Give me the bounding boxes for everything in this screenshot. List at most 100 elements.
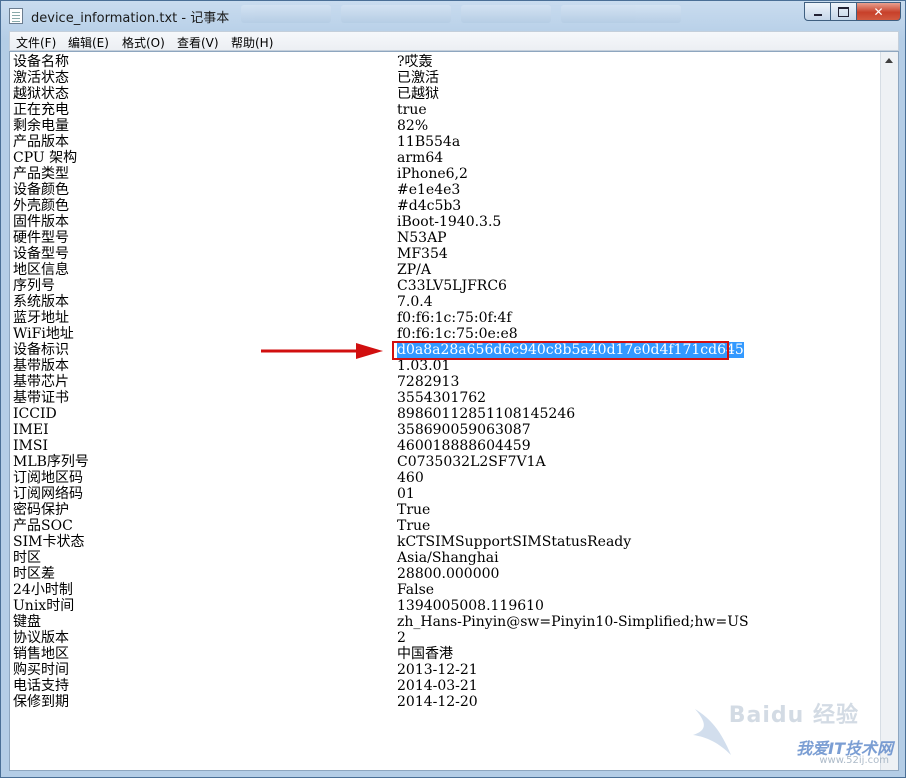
highlight-box [392,341,729,360]
watermark: Baidu 经验 我爱IT技术网 www.52ij.com [687,691,897,771]
menu-file[interactable]: 文件(F) [16,34,56,51]
field-value: 28800.000000 [397,566,500,582]
field-value: f0:f6:1c:75:0e:e8 [397,326,518,342]
field-value: kCTSIMSupportSIMStatusReady [397,534,632,550]
field-name: 订阅地区码 [13,470,83,486]
field-name: 时区差 [13,566,55,582]
field-name: 正在充电 [13,102,69,118]
maximize-icon [838,6,849,17]
field-value: True [397,518,431,534]
field-value: 89860112851108145246 [397,406,576,422]
field-value: 2014-03-21 [397,678,478,694]
field-value: true [397,102,427,118]
field-name: 协议版本 [13,630,69,646]
field-value: 82% [397,118,429,134]
field-name: ICCID [13,406,57,422]
menu-help[interactable]: 帮助(H) [231,34,273,51]
field-value: 7.0.4 [397,294,433,310]
title-bar[interactable]: device_information.txt - 记事本 ✕ [1,1,906,31]
field-value: #e1e4e3 [397,182,461,198]
field-value: 358690059063087 [397,422,531,438]
field-name: 设备颜色 [13,182,69,198]
menu-bar: 文件(F) 编辑(E) 格式(O) 查看(V) 帮助(H) [9,31,899,51]
field-name: 序列号 [13,278,55,294]
field-name: 设备名称 [13,54,69,70]
close-icon: ✕ [873,4,884,19]
field-value: 2014-12-20 [397,694,478,710]
field-value: f0:f6:1c:75:0f:4f [397,310,512,326]
field-value: 1.03.01 [397,358,451,374]
watermark-text-baidu: Baidu 经验 [728,703,859,728]
minimize-button[interactable] [804,2,831,21]
field-name: 外壳颜色 [13,198,69,214]
minimize-icon [813,13,822,16]
field-value: C33LV5LJFRC6 [397,278,507,294]
field-value: #d4c5b3 [397,198,462,214]
menu-edit[interactable]: 编辑(E) [68,34,109,51]
field-name: 24小时制 [13,582,73,598]
text-editor-area[interactable]: 设备名称 ?哎轰 激活状态 已激活 越狱状态 已越狱 正在充电 true 剩余电量 82% 产品版本… [9,51,899,771]
window-controls: ✕ [804,2,901,22]
field-name: CPU 架构 [13,150,78,166]
field-value: C0735032L2SF7V1A [397,454,546,470]
field-value: ZP/A [397,262,431,278]
field-value: MF354 [397,246,448,262]
field-value: iBoot-1940.3.5 [397,214,502,230]
menu-view[interactable]: 查看(V) [177,34,219,51]
field-value: 7282913 [397,374,460,390]
vertical-scrollbar[interactable] [880,52,898,770]
field-name: 订阅网络码 [13,486,83,502]
field-value: 2 [397,630,406,646]
background-windows-blur [241,5,761,27]
field-name: 设备标识 [13,342,69,358]
field-name: 剩余电量 [13,118,69,134]
field-name: 固件版本 [13,214,69,230]
field-value: True [397,502,431,518]
field-value: 2013-12-21 [397,662,478,678]
field-value: 中国香港 [397,646,453,662]
menu-format[interactable]: 格式(O) [122,34,165,51]
maximize-button[interactable] [831,2,857,21]
field-name: 产品类型 [13,166,69,182]
field-value: 1394005008.119610 [397,598,544,614]
field-value: N53AP [397,230,447,246]
field-name: 越狱状态 [13,86,69,102]
field-value: 01 [397,486,415,502]
field-name: 基带证书 [13,390,69,406]
red-annotation-arrow [261,343,383,359]
field-value: iPhone6,2 [397,166,468,182]
field-name: 产品SOC [13,518,73,534]
notepad-app-icon[interactable] [9,8,23,24]
scroll-up-icon[interactable] [885,58,893,63]
field-name: Unix时间 [13,598,75,614]
field-value: 3554301762 [397,390,487,406]
field-value: False [397,582,435,598]
field-name: 系统版本 [13,294,69,310]
field-name: 硬件型号 [13,230,69,246]
field-name: 电话支持 [13,678,69,694]
field-name: 购买时间 [13,662,69,678]
field-value: arm64 [397,150,444,166]
field-name: 设备型号 [13,246,69,262]
field-value: 11B554a [397,134,461,150]
field-name: 基带芯片 [13,374,69,390]
field-name: 密码保护 [13,502,69,518]
field-value: zh_Hans-Pinyin@sw=Pinyin10-Simplified;hw… [397,614,749,630]
field-name: 地区信息 [13,262,69,278]
field-value: 460 [397,470,424,486]
field-value: Asia/Shanghai [397,550,499,566]
field-value: 已激活 [397,70,439,86]
field-name: 产品版本 [13,134,69,150]
field-name: SIM卡状态 [13,534,85,550]
field-name: 基带版本 [13,358,69,374]
watermark-url: www.52ij.com [819,755,889,766]
notepad-window: device_information.txt - 记事本 ✕ 文件(F) 编辑(… [0,0,906,778]
field-name: 蓝牙地址 [13,310,69,326]
field-value: 460018888604459 [397,438,531,454]
close-button[interactable]: ✕ [857,2,901,21]
field-name: 销售地区 [13,646,69,662]
field-name: 键盘 [13,614,41,630]
field-name: IMEI [13,422,49,438]
field-name: IMSI [13,438,48,454]
field-name: MLB序列号 [13,454,89,470]
